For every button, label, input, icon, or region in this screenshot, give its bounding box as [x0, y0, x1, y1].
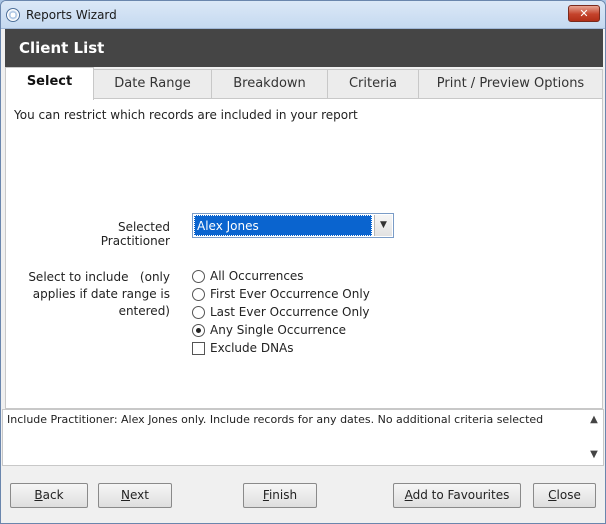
next-button[interactable]: Next [98, 483, 172, 508]
criteria-summary-text: Include Practitioner: Alex Jones only. I… [7, 413, 544, 426]
radio-button-icon[interactable] [192, 288, 205, 301]
exclude-dnas-checkbox[interactable]: Exclude DNAs [192, 339, 370, 357]
window-close-button[interactable]: ✕ [568, 5, 600, 22]
tab-select[interactable]: Select [5, 67, 94, 100]
include-label: Select to include (only applies if date … [20, 269, 170, 320]
reports-wizard-window: Reports Wizard ✕ Client List Select Date… [0, 0, 606, 524]
app-icon [6, 8, 20, 22]
tab-date-range[interactable]: Date Range [93, 69, 212, 99]
radio-first-ever-occurrence[interactable]: First Ever Occurrence Only [192, 285, 370, 303]
checkbox-label: Exclude DNAs [210, 341, 294, 355]
radio-label: All Occurrences [210, 269, 304, 283]
select-panel: You can restrict which records are inclu… [5, 98, 603, 409]
include-options: All Occurrences First Ever Occurrence On… [192, 267, 370, 357]
next-button-label: ext [130, 488, 149, 502]
radio-label: Any Single Occurrence [210, 323, 347, 337]
report-header: Client List [5, 29, 603, 67]
back-button[interactable]: Back [10, 483, 88, 508]
next-button-mnemonic: N [121, 488, 130, 502]
radio-all-occurrences[interactable]: All Occurrences [192, 267, 370, 285]
tab-strip: Select Date Range Breakdown Criteria Pri… [5, 67, 603, 100]
title-bar: Reports Wizard ✕ [1, 1, 605, 29]
close-button-label: lose [556, 488, 581, 502]
favourites-button-label: dd to Favourites [412, 488, 510, 502]
add-to-favourites-button[interactable]: Add to Favourites [393, 483, 521, 508]
chevron-down-icon[interactable]: ▼ [374, 215, 392, 236]
radio-button-checked-icon[interactable] [192, 324, 205, 337]
close-button-mnemonic: C [548, 488, 557, 502]
back-button-mnemonic: B [34, 488, 43, 502]
practitioner-label: Selected Practitioner [100, 220, 170, 248]
radio-label: First Ever Occurrence Only [210, 287, 370, 301]
criteria-summary-box[interactable]: Include Practitioner: Alex Jones only. I… [2, 409, 604, 466]
scroll-down-icon[interactable]: ▼ [588, 449, 600, 461]
practitioner-selected-value: Alex Jones [194, 215, 372, 236]
finish-button-label: inish [268, 488, 298, 502]
window-title: Reports Wizard [26, 8, 117, 22]
include-label-line-1: Select to include (only [28, 270, 170, 284]
checkbox-icon[interactable] [192, 342, 205, 355]
radio-any-single-occurrence[interactable]: Any Single Occurrence [192, 321, 370, 339]
radio-label: Last Ever Occurrence Only [210, 305, 370, 319]
tab-print-preview-options[interactable]: Print / Preview Options [418, 69, 603, 99]
finish-button[interactable]: Finish [243, 483, 317, 508]
scroll-up-icon[interactable]: ▲ [588, 414, 600, 426]
radio-button-icon[interactable] [192, 270, 205, 283]
report-title: Client List [19, 39, 105, 57]
include-label-line-2: applies if date range is [32, 287, 170, 301]
favourites-button-mnemonic: A [404, 488, 413, 502]
back-button-label: ack [42, 488, 64, 502]
tab-criteria[interactable]: Criteria [327, 69, 419, 99]
radio-last-ever-occurrence[interactable]: Last Ever Occurrence Only [192, 303, 370, 321]
intro-text: You can restrict which records are inclu… [14, 108, 358, 122]
practitioner-dropdown[interactable]: Alex Jones ▼ [192, 213, 394, 238]
close-button[interactable]: Close [533, 483, 596, 508]
tab-breakdown[interactable]: Breakdown [211, 69, 328, 99]
radio-button-icon[interactable] [192, 306, 205, 319]
include-label-line-3: entered) [118, 304, 170, 318]
